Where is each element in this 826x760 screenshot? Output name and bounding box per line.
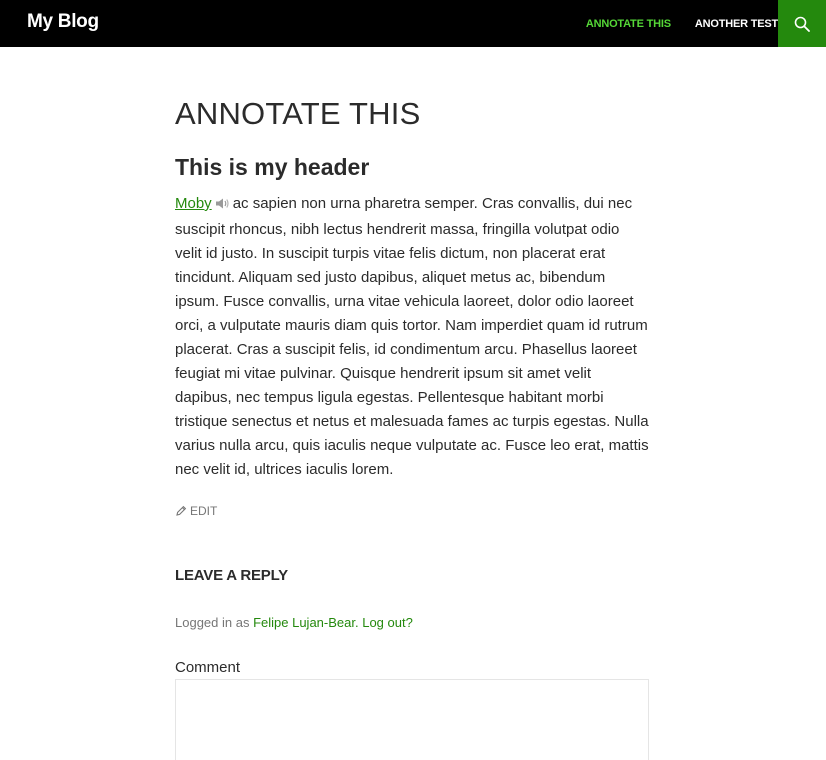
speaker-icon[interactable] — [215, 194, 230, 218]
moby-annotation-link[interactable]: Moby — [175, 195, 212, 212]
main-content: ANNOTATE THIS This is my header Moby ac s… — [175, 92, 650, 760]
edit-link[interactable]: EDIT — [175, 504, 650, 518]
edit-label: EDIT — [190, 504, 218, 518]
nav-item-another-test[interactable]: ANOTHER TEST — [695, 18, 778, 30]
post-body: Moby ac sapien non urna pharetra semper. … — [175, 192, 650, 482]
reply-title: LEAVE A REPLY — [175, 567, 288, 584]
site-title[interactable]: My Blog — [27, 11, 99, 33]
comment-label: Comment — [175, 659, 241, 676]
top-bar: My Blog ANNOTATE THIS ANOTHER TEST — [0, 0, 826, 47]
logout-link[interactable]: Log out? — [362, 615, 413, 630]
user-profile-link[interactable]: Felipe Lujan-Bear. — [253, 615, 359, 630]
page-title: ANNOTATE THIS — [175, 96, 421, 131]
post-body-text: ac sapien non urna pharetra semper. Cras… — [175, 195, 649, 478]
logged-in-as: Logged in as Felipe Lujan-Bear. Log out? — [175, 615, 650, 630]
nav-item-annotate-this[interactable]: ANNOTATE THIS — [586, 18, 671, 30]
search-icon — [794, 16, 810, 32]
post-header: This is my header — [175, 154, 370, 180]
pencil-icon — [176, 505, 187, 516]
comment-textarea[interactable] — [175, 679, 649, 760]
primary-nav: ANNOTATE THIS ANOTHER TEST — [562, 0, 778, 47]
search-button[interactable] — [778, 0, 826, 47]
logged-in-prefix: Logged in as — [175, 615, 250, 630]
